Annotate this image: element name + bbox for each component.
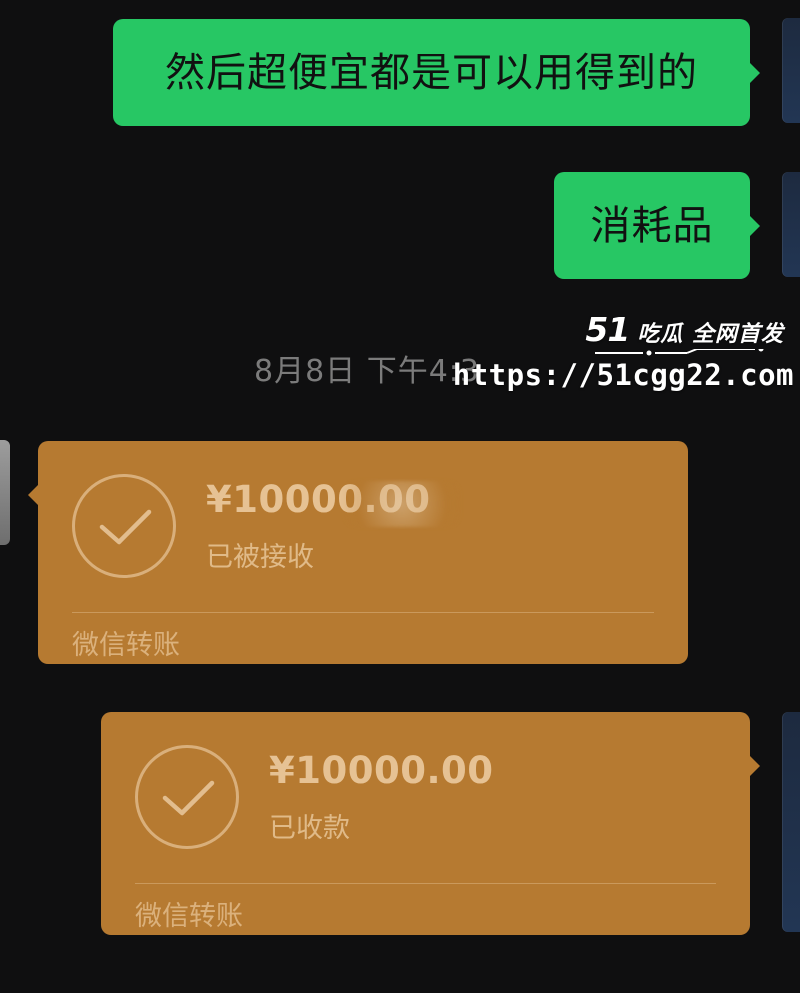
outgoing-message-bubble[interactable]: 消耗品 xyxy=(554,172,750,279)
transfer-footer-label: 微信转账 xyxy=(135,901,243,932)
message-text: 消耗品 xyxy=(590,202,714,249)
contact-avatar-middle-right[interactable] xyxy=(782,172,800,277)
watermark-brand-number: 51 xyxy=(585,310,630,349)
outgoing-message-bubble[interactable]: 然后超便宜都是可以用得到的 xyxy=(113,19,750,126)
message-text: 然后超便宜都是可以用得到的 xyxy=(165,49,698,96)
watermark-url: https://51cgg22.com xyxy=(452,358,794,392)
contact-avatar-bottom-right[interactable] xyxy=(782,712,800,932)
transfer-card-collected[interactable]: ¥10000.00 已收款 微信转账 xyxy=(101,712,760,935)
watermark-brand-text: 吃瓜 全网首发 xyxy=(637,322,784,347)
privacy-blur xyxy=(343,481,461,527)
transfer-card-received[interactable]: ¥10000.00 已被接收 微信转账 xyxy=(28,441,688,664)
check-icon xyxy=(99,509,152,545)
transfer-footer-label: 微信转账 xyxy=(72,630,180,661)
check-circle-icon xyxy=(135,745,239,849)
card-divider xyxy=(135,883,716,884)
card-divider xyxy=(72,612,654,613)
transfer-status: 已被接收 xyxy=(206,542,314,573)
message-timestamp: 8月8日 下午4:3 xyxy=(254,354,480,389)
watermark: 51 吃瓜 全网首发 https://51cgg22.com xyxy=(453,306,794,398)
check-circle-icon xyxy=(72,474,176,578)
transfer-amount: ¥10000.00 xyxy=(269,749,494,792)
watermark-brand: 51 吃瓜 全网首发 xyxy=(585,310,784,349)
contact-avatar-top-right[interactable] xyxy=(782,18,800,123)
check-icon xyxy=(162,780,215,816)
contact-avatar-left[interactable] xyxy=(0,440,10,545)
watermark-decoration-icon xyxy=(595,349,764,356)
transfer-status: 已收款 xyxy=(269,813,350,844)
